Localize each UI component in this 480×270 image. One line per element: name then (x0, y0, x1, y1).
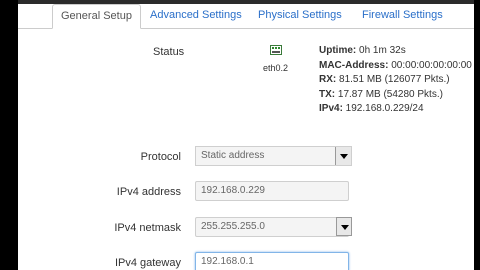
status-tx: TX: 17.87 MB (54280 Pkts.) (319, 89, 443, 100)
rx-value: 81.51 MB (126077 Pkts.) (336, 74, 450, 85)
status-ipv4: IPv4: 192.168.0.229/24 (319, 103, 424, 114)
status-label: Status (153, 46, 185, 58)
tx-label: TX: (319, 89, 336, 100)
ipv4-label: IPv4: (319, 103, 343, 114)
ipv4-netmask-label: IPv4 netmask (114, 222, 181, 234)
mac-label: MAC-Address: (319, 60, 389, 71)
ipv4-address-input[interactable]: 192.168.0.229 (195, 181, 349, 201)
status-rx: RX: 81.51 MB (126077 Pkts.) (319, 74, 450, 85)
chevron-down-icon[interactable] (335, 147, 351, 165)
tx-value: 17.87 MB (54280 Pkts.) (335, 89, 443, 100)
tab-firewall-settings[interactable]: Firewall Settings (362, 4, 443, 27)
tab-advanced-settings[interactable]: Advanced Settings (150, 4, 242, 27)
status-mac: MAC-Address: 00:00:00:00:00:00 (319, 60, 472, 71)
interface-name: eth0.2 (263, 63, 289, 73)
uptime-label: Uptime: (319, 45, 357, 56)
tab-physical-settings[interactable]: Physical Settings (258, 4, 342, 27)
protocol-label: Protocol (140, 151, 181, 163)
settings-tab-bar: General Setup Advanced Settings Physical… (18, 4, 474, 29)
ipv4-gateway-input[interactable]: 192.168.0.1 (195, 252, 349, 270)
interface-settings-panel: General Setup Advanced Settings Physical… (18, 0, 474, 270)
rx-label: RX: (319, 74, 337, 85)
ipv4-value: 192.168.0.229/24 (342, 103, 424, 114)
ipv4-address-label: IPv4 address (116, 186, 181, 198)
protocol-selected-value: Static address (201, 150, 265, 161)
protocol-select[interactable]: Static address (195, 146, 352, 166)
uptime-value: 0h 1m 32s (356, 45, 406, 56)
mac-value: 00:00:00:00:00:00 (388, 60, 472, 71)
tab-general-setup[interactable]: General Setup (52, 4, 141, 29)
network-port-icon (270, 45, 282, 55)
status-uptime: Uptime: 0h 1m 32s (319, 45, 406, 56)
ipv4-netmask-input[interactable]: 255.255.255.0 (195, 217, 349, 237)
ipv4-gateway-label: IPv4 gateway (114, 257, 181, 269)
netmask-dropdown-icon[interactable] (336, 217, 352, 236)
